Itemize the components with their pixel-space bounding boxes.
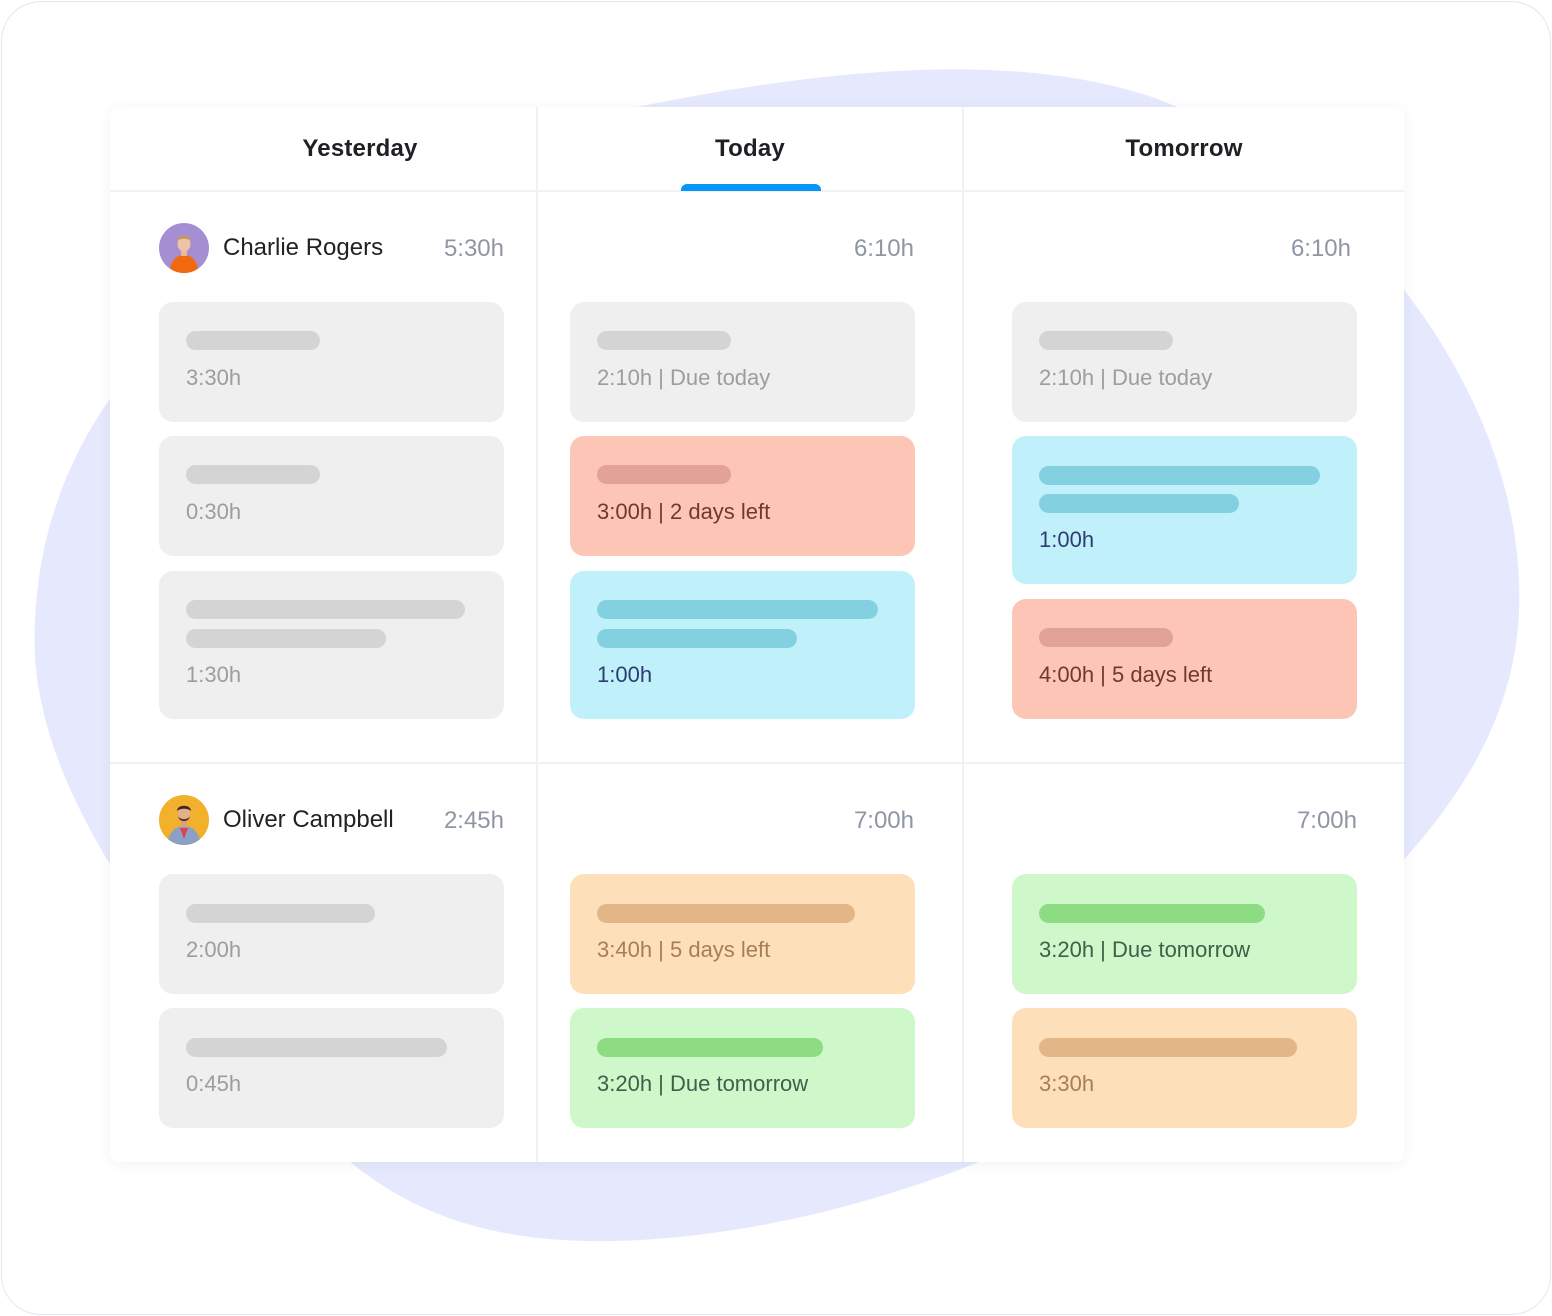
task-title-placeholder — [597, 331, 731, 350]
day-total-tomorrow: 7:00h — [1296, 807, 1357, 834]
day-total-today: 7:00h — [853, 807, 914, 834]
person-name: Charlie Rogers — [223, 234, 384, 261]
task-card[interactable]: 0:30h — [159, 436, 504, 556]
schedule-board: Yesterday Today Tomorrow Charlie Rogers … — [110, 107, 1404, 1162]
task-title-placeholder — [186, 465, 320, 484]
task-meta: 2:00h — [186, 937, 242, 962]
tab-today[interactable]: Today — [538, 107, 962, 191]
task-card[interactable]: 1:00h — [570, 571, 915, 719]
day-total-yesterday: 2:45h — [443, 807, 504, 834]
column-divider — [536, 107, 538, 1162]
task-meta: 3:00h | 2 days left — [597, 499, 771, 524]
task-meta: 3:30h — [1039, 1071, 1095, 1096]
day-total-today: 6:10h — [853, 235, 914, 262]
task-meta: 3:20h | Due tomorrow — [1039, 937, 1251, 962]
task-title-placeholder — [1039, 1038, 1297, 1057]
task-title-placeholder — [597, 465, 731, 484]
task-card[interactable]: 3:20h | Due tomorrow — [570, 1008, 915, 1128]
task-title-placeholder — [186, 1038, 447, 1057]
task-title-placeholder — [1039, 494, 1239, 513]
person-oliver-campbell[interactable]: Oliver Campbell — [159, 795, 394, 845]
task-title-placeholder — [186, 904, 375, 923]
task-title-placeholder — [1039, 466, 1320, 485]
task-card[interactable]: 0:45h — [159, 1008, 504, 1128]
task-card[interactable]: 3:30h — [159, 302, 504, 422]
task-card[interactable]: 1:30h — [159, 571, 504, 719]
task-title-placeholder — [1039, 904, 1265, 923]
task-meta: 3:30h — [186, 365, 242, 390]
task-card[interactable]: 3:00h | 2 days left — [570, 436, 915, 556]
task-meta: 4:00h | 5 days left — [1039, 662, 1213, 687]
tab-yesterday[interactable]: Yesterday — [110, 107, 610, 191]
task-title-placeholder — [186, 331, 320, 350]
task-card[interactable]: 3:30h — [1012, 1008, 1357, 1128]
task-card[interactable]: 2:10h | Due today — [570, 302, 915, 422]
avatar — [159, 795, 209, 845]
task-meta: 2:10h | Due today — [1039, 365, 1213, 390]
task-title-placeholder — [597, 904, 855, 923]
task-title-placeholder — [1039, 628, 1173, 647]
task-title-placeholder — [1039, 331, 1173, 350]
day-total-tomorrow: 6:10h — [1290, 235, 1351, 262]
task-card[interactable]: 2:00h — [159, 874, 504, 994]
column-divider — [962, 107, 964, 1162]
canvas-frame: Yesterday Today Tomorrow Charlie Rogers … — [1, 1, 1551, 1315]
task-card[interactable]: 3:40h | 5 days left — [570, 874, 915, 994]
row-divider — [110, 762, 1404, 764]
task-card[interactable]: 1:00h — [1012, 436, 1357, 584]
tab-tomorrow[interactable]: Tomorrow — [964, 107, 1404, 191]
task-title-placeholder — [186, 629, 386, 648]
task-card[interactable]: 2:10h | Due today — [1012, 302, 1357, 422]
person-charlie-rogers[interactable]: Charlie Rogers — [159, 223, 383, 273]
person-photo-icon — [159, 223, 209, 273]
task-title-placeholder — [597, 1038, 823, 1057]
active-tab-indicator — [681, 184, 821, 191]
avatar — [159, 223, 209, 273]
person-name: Oliver Campbell — [223, 806, 394, 833]
day-total-yesterday: 5:30h — [443, 235, 504, 262]
task-meta: 0:30h — [186, 499, 242, 524]
task-card[interactable]: 4:00h | 5 days left — [1012, 599, 1357, 719]
task-meta: 1:30h — [186, 662, 242, 687]
task-meta: 2:10h | Due today — [597, 365, 771, 390]
task-meta: 0:45h — [186, 1071, 242, 1096]
task-meta: 3:40h | 5 days left — [597, 937, 771, 962]
task-title-placeholder — [597, 629, 797, 648]
task-card[interactable]: 3:20h | Due tomorrow — [1012, 874, 1357, 994]
task-title-placeholder — [186, 600, 465, 619]
task-title-placeholder — [597, 600, 878, 619]
person-photo-icon — [159, 795, 209, 845]
task-meta: 3:20h | Due tomorrow — [597, 1071, 809, 1096]
task-meta: 1:00h — [1039, 527, 1095, 552]
task-meta: 1:00h — [597, 662, 653, 687]
